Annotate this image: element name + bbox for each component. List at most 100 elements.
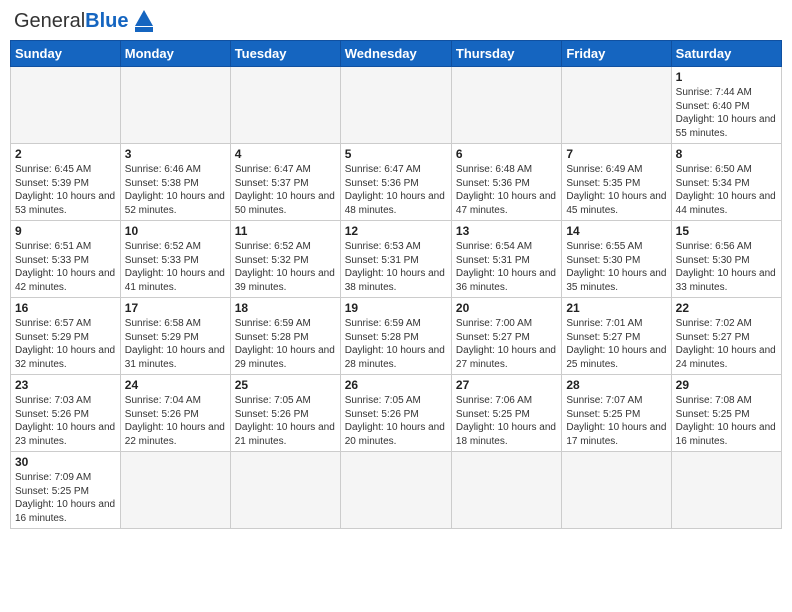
- day-info: Sunrise: 7:02 AM Sunset: 5:27 PM Dayligh…: [676, 317, 777, 371]
- calendar-week-row: 30 Sunrise: 7:09 AM Sunset: 5:25 PM Dayli…: [11, 452, 782, 529]
- day-number: 10: [125, 224, 226, 238]
- day-info: Sunrise: 6:56 AM Sunset: 5:30 PM Dayligh…: [676, 240, 777, 294]
- day-info: Sunrise: 6:47 AM Sunset: 5:36 PM Dayligh…: [345, 163, 447, 217]
- day-info: Sunrise: 7:09 AM Sunset: 5:25 PM Dayligh…: [15, 471, 116, 525]
- calendar-header-row: SundayMondayTuesdayWednesdayThursdayFrid…: [11, 41, 782, 67]
- calendar-day-cell: 4Sunrise: 6:47 AM Sunset: 5:37 PM Daylig…: [230, 144, 340, 221]
- day-number: 2: [15, 147, 116, 161]
- calendar-day-header: Thursday: [451, 41, 561, 67]
- day-info: Sunrise: 6:51 AM Sunset: 5:33 PM Dayligh…: [15, 240, 116, 294]
- calendar-day-cell: 17 Sunrise: 6:58 AM Sunset: 5:29 PM Dayli…: [120, 298, 230, 375]
- day-info: Sunrise: 6:58 AM Sunset: 5:29 PM Dayligh…: [125, 317, 226, 371]
- day-number: 7: [566, 147, 666, 161]
- calendar-day-cell: [11, 67, 121, 144]
- day-number: 25: [235, 378, 336, 392]
- calendar-week-row: 9 Sunrise: 6:51 AM Sunset: 5:33 PM Daylig…: [11, 221, 782, 298]
- calendar-day-cell: [671, 452, 781, 529]
- day-info: Sunrise: 6:49 AM Sunset: 5:35 PM Dayligh…: [566, 163, 666, 217]
- calendar-day-cell: 6Sunrise: 6:48 AM Sunset: 5:36 PM Daylig…: [451, 144, 561, 221]
- day-number: 12: [345, 224, 447, 238]
- logo-text: GeneralBlue: [14, 10, 129, 32]
- calendar-week-row: 2 Sunrise: 6:45 AM Sunset: 5:39 PM Daylig…: [11, 144, 782, 221]
- calendar-day-cell: [340, 452, 451, 529]
- day-info: Sunrise: 7:03 AM Sunset: 5:26 PM Dayligh…: [15, 394, 116, 448]
- calendar-day-cell: 22 Sunrise: 7:02 AM Sunset: 5:27 PM Dayli…: [671, 298, 781, 375]
- day-number: 11: [235, 224, 336, 238]
- day-info: Sunrise: 7:07 AM Sunset: 5:25 PM Dayligh…: [566, 394, 666, 448]
- day-number: 20: [456, 301, 557, 315]
- day-info: Sunrise: 6:59 AM Sunset: 5:28 PM Dayligh…: [235, 317, 336, 371]
- calendar-day-cell: 12 Sunrise: 6:53 AM Sunset: 5:31 PM Dayli…: [340, 221, 451, 298]
- calendar-week-row: 16 Sunrise: 6:57 AM Sunset: 5:29 PM Dayli…: [11, 298, 782, 375]
- day-number: 3: [125, 147, 226, 161]
- calendar-day-cell: 5 Sunrise: 6:47 AM Sunset: 5:36 PM Daylig…: [340, 144, 451, 221]
- calendar-day-cell: 25 Sunrise: 7:05 AM Sunset: 5:26 PM Dayli…: [230, 375, 340, 452]
- day-info: Sunrise: 6:57 AM Sunset: 5:29 PM Dayligh…: [15, 317, 116, 371]
- day-info: Sunrise: 6:45 AM Sunset: 5:39 PM Dayligh…: [15, 163, 116, 217]
- calendar-day-cell: 27 Sunrise: 7:06 AM Sunset: 5:25 PM Dayli…: [451, 375, 561, 452]
- day-number: 17: [125, 301, 226, 315]
- calendar-day-cell: [120, 67, 230, 144]
- calendar-day-cell: 24Sunrise: 7:04 AM Sunset: 5:26 PM Dayli…: [120, 375, 230, 452]
- calendar-day-cell: [451, 67, 561, 144]
- calendar-day-header: Monday: [120, 41, 230, 67]
- day-info: Sunrise: 6:59 AM Sunset: 5:28 PM Dayligh…: [345, 317, 447, 371]
- calendar-day-cell: 19 Sunrise: 6:59 AM Sunset: 5:28 PM Dayli…: [340, 298, 451, 375]
- day-number: 26: [345, 378, 447, 392]
- day-info: Sunrise: 6:52 AM Sunset: 5:33 PM Dayligh…: [125, 240, 226, 294]
- day-number: 8: [676, 147, 777, 161]
- calendar-day-cell: [230, 452, 340, 529]
- calendar-day-cell: 28 Sunrise: 7:07 AM Sunset: 5:25 PM Dayli…: [562, 375, 671, 452]
- day-number: 4: [235, 147, 336, 161]
- day-number: 30: [15, 455, 116, 469]
- day-number: 23: [15, 378, 116, 392]
- calendar-week-row: 1Sunrise: 7:44 AM Sunset: 6:40 PM Daylig…: [11, 67, 782, 144]
- day-info: Sunrise: 7:00 AM Sunset: 5:27 PM Dayligh…: [456, 317, 557, 371]
- calendar-body: 1Sunrise: 7:44 AM Sunset: 6:40 PM Daylig…: [11, 67, 782, 529]
- calendar-day-header: Sunday: [11, 41, 121, 67]
- day-info: Sunrise: 7:05 AM Sunset: 5:26 PM Dayligh…: [235, 394, 336, 448]
- day-info: Sunrise: 7:06 AM Sunset: 5:25 PM Dayligh…: [456, 394, 557, 448]
- calendar-day-cell: 7 Sunrise: 6:49 AM Sunset: 5:35 PM Daylig…: [562, 144, 671, 221]
- calendar-day-cell: 29 Sunrise: 7:08 AM Sunset: 5:25 PM Dayli…: [671, 375, 781, 452]
- calendar-day-cell: 15 Sunrise: 6:56 AM Sunset: 5:30 PM Dayli…: [671, 221, 781, 298]
- calendar-day-cell: 11 Sunrise: 6:52 AM Sunset: 5:32 PM Dayli…: [230, 221, 340, 298]
- calendar-day-cell: 23 Sunrise: 7:03 AM Sunset: 5:26 PM Dayli…: [11, 375, 121, 452]
- day-number: 9: [15, 224, 116, 238]
- day-info: Sunrise: 7:04 AM Sunset: 5:26 PM Dayligh…: [125, 394, 226, 448]
- logo: GeneralBlue: [14, 10, 153, 32]
- calendar-day-cell: 18 Sunrise: 6:59 AM Sunset: 5:28 PM Dayli…: [230, 298, 340, 375]
- calendar-day-cell: 1Sunrise: 7:44 AM Sunset: 6:40 PM Daylig…: [671, 67, 781, 144]
- calendar-day-cell: 10 Sunrise: 6:52 AM Sunset: 5:33 PM Dayli…: [120, 221, 230, 298]
- day-number: 28: [566, 378, 666, 392]
- day-info: Sunrise: 7:08 AM Sunset: 5:25 PM Dayligh…: [676, 394, 777, 448]
- day-number: 15: [676, 224, 777, 238]
- day-info: Sunrise: 7:44 AM Sunset: 6:40 PM Dayligh…: [676, 86, 777, 140]
- day-info: Sunrise: 6:55 AM Sunset: 5:30 PM Dayligh…: [566, 240, 666, 294]
- calendar-day-cell: 13 Sunrise: 6:54 AM Sunset: 5:31 PM Dayli…: [451, 221, 561, 298]
- day-number: 18: [235, 301, 336, 315]
- calendar-day-cell: 21Sunrise: 7:01 AM Sunset: 5:27 PM Dayli…: [562, 298, 671, 375]
- calendar-day-header: Wednesday: [340, 41, 451, 67]
- day-number: 5: [345, 147, 447, 161]
- calendar-day-cell: 9 Sunrise: 6:51 AM Sunset: 5:33 PM Daylig…: [11, 221, 121, 298]
- day-number: 27: [456, 378, 557, 392]
- calendar-day-cell: [120, 452, 230, 529]
- calendar-day-cell: 2 Sunrise: 6:45 AM Sunset: 5:39 PM Daylig…: [11, 144, 121, 221]
- day-number: 22: [676, 301, 777, 315]
- day-info: Sunrise: 6:54 AM Sunset: 5:31 PM Dayligh…: [456, 240, 557, 294]
- day-number: 29: [676, 378, 777, 392]
- calendar-day-header: Tuesday: [230, 41, 340, 67]
- day-number: 16: [15, 301, 116, 315]
- day-number: 19: [345, 301, 447, 315]
- day-info: Sunrise: 6:53 AM Sunset: 5:31 PM Dayligh…: [345, 240, 447, 294]
- day-info: Sunrise: 7:05 AM Sunset: 5:26 PM Dayligh…: [345, 394, 447, 448]
- calendar-day-cell: 20 Sunrise: 7:00 AM Sunset: 5:27 PM Dayli…: [451, 298, 561, 375]
- calendar-day-cell: 30 Sunrise: 7:09 AM Sunset: 5:25 PM Dayli…: [11, 452, 121, 529]
- day-info: Sunrise: 6:46 AM Sunset: 5:38 PM Dayligh…: [125, 163, 226, 217]
- day-number: 13: [456, 224, 557, 238]
- day-info: Sunrise: 6:52 AM Sunset: 5:32 PM Dayligh…: [235, 240, 336, 294]
- calendar-day-cell: 8Sunrise: 6:50 AM Sunset: 5:34 PM Daylig…: [671, 144, 781, 221]
- calendar-day-header: Saturday: [671, 41, 781, 67]
- calendar-day-cell: [451, 452, 561, 529]
